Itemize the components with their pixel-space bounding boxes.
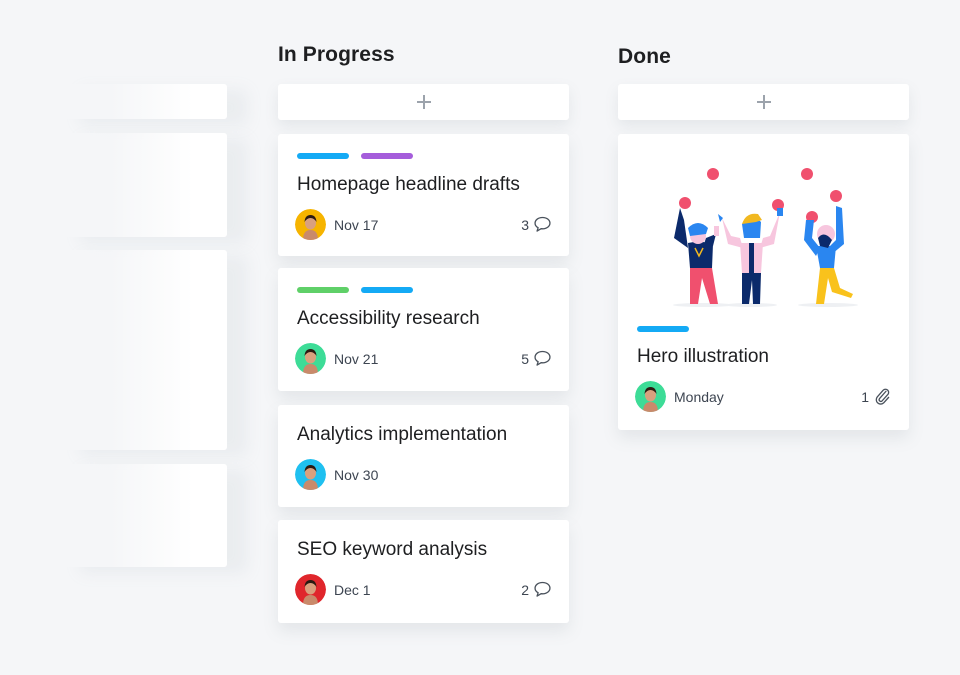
faded-card: [60, 250, 227, 450]
celebration-illustration: [673, 168, 858, 307]
comment-count[interactable]: 3: [521, 214, 553, 235]
comment-count[interactable]: 5: [521, 348, 553, 369]
comment-count-value: 2: [521, 581, 529, 598]
add-task-button[interactable]: [618, 84, 909, 120]
task-meta: Dec 1 2: [295, 574, 553, 605]
avatar[interactable]: [295, 209, 326, 240]
column-title: In Progress: [278, 43, 395, 66]
comment-icon: [534, 350, 551, 366]
tag-green: [297, 287, 349, 293]
due-date: Dec 1: [334, 581, 371, 598]
attachment-count-value: 1: [861, 388, 869, 405]
task-title: Analytics implementation: [297, 424, 508, 445]
comment-count-value: 5: [521, 350, 529, 367]
tag-list: [297, 153, 413, 159]
plus-icon: [756, 95, 771, 109]
task-title: Accessibility research: [297, 308, 480, 329]
task-card[interactable]: Hero illustration Monday 1: [618, 134, 909, 430]
task-meta: Nov 30: [295, 459, 553, 490]
attachment-count[interactable]: 1: [861, 386, 893, 407]
faded-card: [60, 464, 227, 567]
avatar[interactable]: [295, 574, 326, 605]
due-date: Nov 30: [334, 466, 379, 483]
tag-blue: [637, 326, 689, 332]
plus-icon: [416, 95, 431, 109]
task-card[interactable]: Homepage headline drafts Nov 17 3: [278, 134, 569, 256]
task-card[interactable]: Accessibility research Nov 21 5: [278, 268, 569, 391]
column-title: Done: [618, 45, 671, 68]
task-title: SEO keyword analysis: [297, 539, 488, 560]
comment-count-value: 3: [521, 216, 529, 233]
comment-icon: [534, 581, 551, 597]
task-meta: Nov 17 3: [295, 209, 553, 240]
tag-list: [297, 287, 413, 293]
avatar[interactable]: [295, 459, 326, 490]
due-date: Nov 17: [334, 216, 379, 233]
task-card[interactable]: SEO keyword analysis Dec 1 2: [278, 520, 569, 623]
task-meta: Monday 1: [635, 381, 893, 412]
task-title: Homepage headline drafts: [297, 174, 520, 195]
tag-blue: [297, 153, 349, 159]
due-date: Monday: [674, 388, 724, 405]
add-task-button[interactable]: [278, 84, 569, 120]
tag-purple: [361, 153, 413, 159]
task-meta: Nov 21 5: [295, 343, 553, 374]
avatar[interactable]: [635, 381, 666, 412]
comment-icon: [534, 216, 551, 232]
tag-blue: [361, 287, 413, 293]
task-title: Hero illustration: [637, 346, 769, 367]
paperclip-icon: [875, 388, 890, 405]
faded-column-add-button: [60, 84, 227, 119]
avatar[interactable]: [295, 343, 326, 374]
faded-card: [60, 133, 227, 237]
tag-list: [637, 326, 689, 332]
due-date: Nov 21: [334, 350, 379, 367]
comment-count[interactable]: 2: [521, 579, 553, 600]
task-card[interactable]: Analytics implementation Nov 30: [278, 405, 569, 507]
